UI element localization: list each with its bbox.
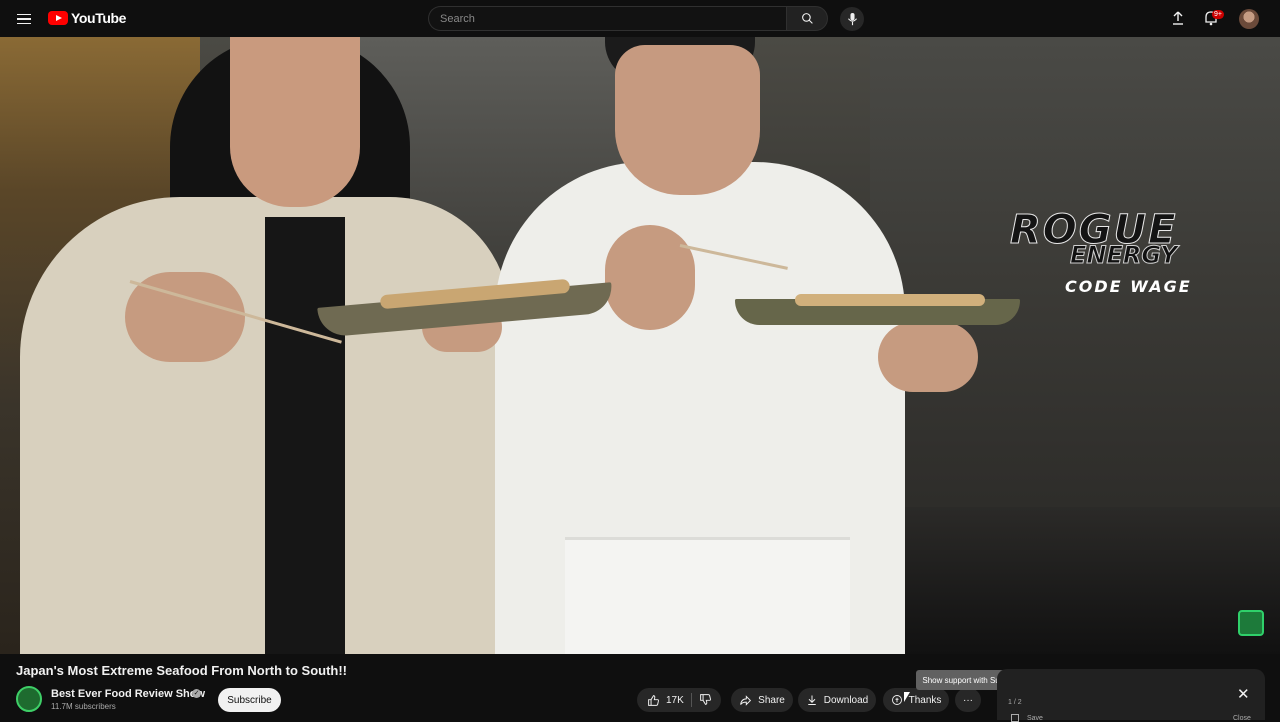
playlist-panel: 1 / 2 ✕ Save Close — [997, 669, 1265, 722]
video-content — [615, 45, 760, 195]
upload-icon[interactable] — [1170, 10, 1186, 26]
divider — [691, 693, 692, 707]
sponsor-overlay: ROGUE ENERGY CODE WAGE — [1005, 207, 1275, 302]
sponsor-code: CODE WAGE — [1065, 277, 1192, 296]
share-icon — [740, 694, 752, 706]
search-bar — [428, 6, 828, 31]
save-label: Save — [1027, 715, 1043, 722]
top-bar: YouTube 9+ — [0, 0, 1280, 37]
thanks-button[interactable]: Thanks — [883, 688, 949, 712]
more-actions-button[interactable]: ··· — [955, 688, 981, 712]
youtube-play-icon — [48, 11, 68, 25]
search-icon — [801, 13, 813, 24]
download-icon — [808, 695, 816, 705]
video-content — [230, 37, 360, 207]
logo-text: YouTube — [71, 10, 127, 26]
save-checkbox[interactable] — [1011, 714, 1019, 722]
video-title: Japan's Most Extreme Seafood From North … — [16, 663, 348, 678]
subscriber-count: 11.7M subscribers — [51, 702, 116, 711]
video-background — [860, 507, 1280, 654]
download-button[interactable]: Download — [798, 688, 876, 712]
share-label: Share — [758, 694, 785, 706]
sponsor-line-2: ENERGY — [1069, 241, 1178, 270]
video-content — [795, 294, 985, 306]
close-label[interactable]: Close — [1233, 715, 1251, 722]
subscribe-button[interactable]: Subscribe — [218, 688, 281, 712]
notification-badge: 9+ — [1212, 10, 1224, 19]
super-thanks-icon — [891, 695, 902, 705]
channel-avatar[interactable] — [16, 686, 42, 712]
like-count: 17K — [666, 694, 684, 706]
playlist-counter: 1 / 2 — [1008, 699, 1022, 706]
voice-search-button[interactable] — [840, 7, 864, 31]
video-content — [878, 322, 978, 392]
mouse-cursor-icon — [904, 692, 910, 702]
channel-name[interactable]: Best Ever Food Review Show — [51, 688, 205, 700]
download-label: Download — [823, 694, 869, 706]
close-icon[interactable]: ✕ — [1237, 685, 1250, 703]
menu-icon[interactable] — [14, 9, 34, 29]
thumbs-down-icon[interactable] — [699, 693, 712, 706]
like-button[interactable]: 17K — [637, 688, 721, 712]
avatar[interactable] — [1239, 9, 1259, 29]
share-button[interactable]: Share — [731, 688, 793, 712]
youtube-logo[interactable]: YouTube — [48, 10, 126, 26]
search-button[interactable] — [786, 6, 828, 31]
video-player[interactable]: ROGUE ENERGY CODE WAGE — [0, 37, 1280, 654]
channel-watermark-icon[interactable] — [1238, 610, 1264, 636]
search-input[interactable] — [428, 6, 786, 31]
more-icon: ··· — [963, 694, 973, 706]
video-content — [605, 225, 695, 330]
mic-icon — [847, 12, 857, 25]
thumbs-up-icon — [648, 694, 659, 706]
video-content — [565, 537, 850, 654]
verified-icon: ✓ — [192, 689, 201, 698]
video-content — [265, 217, 345, 654]
thanks-label: Thanks — [908, 694, 942, 706]
